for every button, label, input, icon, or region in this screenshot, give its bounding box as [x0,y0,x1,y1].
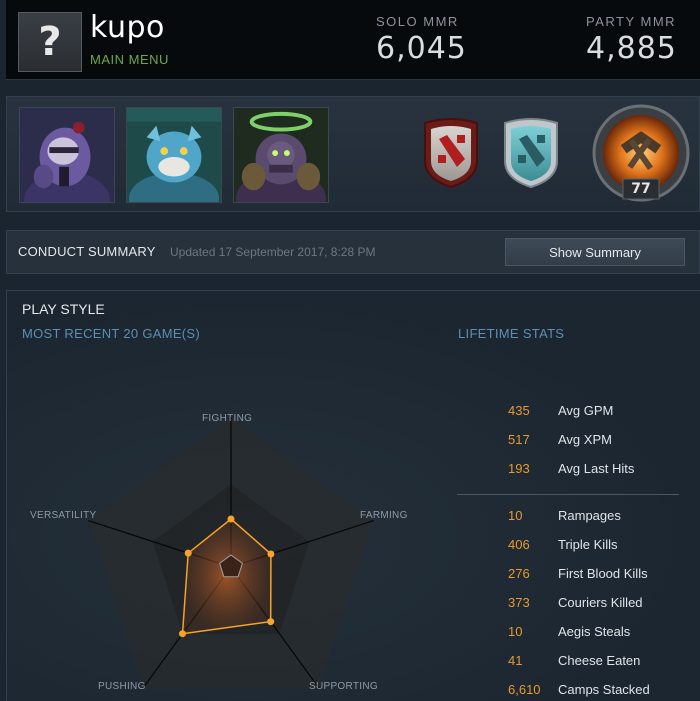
stat-row-triple-kills: 406 Triple Kills [457,537,687,557]
conduct-updated-timestamp: Updated 17 September 2017, 8:28 PM [170,245,376,259]
radar-axis-farming: FARMING [360,510,408,521]
hero-portrait-blue-beast-icon[interactable] [126,107,222,203]
stat-row-rampages: 10 Rampages [457,508,687,528]
radar-point-fighting [227,515,235,523]
party-mmr-label: PARTY MMR [586,14,677,29]
play-style-panel: PLAY STYLE MOST RECENT 20 GAME(S) LIFETI… [6,290,700,701]
stat-row-avg-xpm: 517 Avg XPM [457,432,687,452]
dota-logo-teal-shield-icon[interactable] [501,117,561,189]
stat-label: Avg Last Hits [558,461,635,476]
party-mmr-value: 4,885 [586,31,677,66]
play-style-radar-chart [88,417,374,689]
stat-value: 193 [508,461,530,476]
stat-value: 373 [508,595,530,610]
radar-axis-versatility: VERSATILITY [30,510,97,521]
battle-level-medallion-icon[interactable]: 77 [591,103,691,203]
stat-value: 6,610 [508,682,541,697]
hero-portrait-purple-icon[interactable] [19,107,115,203]
stat-label: Couriers Killed [558,595,643,610]
radar-axis-pushing: PUSHING [98,681,146,692]
party-mmr: PARTY MMR 4,885 [586,14,677,66]
stat-value: 276 [508,566,530,581]
stat-label: Avg GPM [558,403,614,418]
avatar-placeholder[interactable]: ? [18,12,82,72]
main-menu-link[interactable]: MAIN MENU [90,52,169,67]
conduct-summary-title: CONDUCT SUMMARY [18,244,156,259]
radar-axis-fighting: FIGHTING [202,413,253,424]
stat-row-cheese-eaten: 41 Cheese Eaten [457,653,687,673]
stat-value: 517 [508,432,530,447]
radar-point-versatility [184,549,192,557]
stats-divider [457,494,679,495]
hero-portrait-dark-druid-icon[interactable] [233,107,329,203]
radar-axis-supporting: SUPPORTING [309,681,378,692]
radar-point-supporting [267,618,275,626]
radar-point-farming [267,550,275,558]
stat-row-avg-last-hits: 193 Avg Last Hits [457,461,687,481]
stat-label: Avg XPM [558,432,612,447]
stat-value: 10 [508,508,523,523]
stat-value: 41 [508,653,523,668]
lifetime-stats-label: LIFETIME STATS [458,326,565,341]
battle-level-number: 77 [631,181,651,197]
solo-mmr-value: 6,045 [376,31,467,66]
stat-row-avg-gpm: 435 Avg GPM [457,403,687,423]
stat-label: Cheese Eaten [558,653,641,668]
stat-label: Triple Kills [558,537,618,552]
stat-row-first-blood-kills: 276 First Blood Kills [457,566,687,586]
player-name[interactable]: kupo [90,10,165,45]
stat-row-couriers-killed: 373 Couriers Killed [457,595,687,615]
conduct-summary-panel: CONDUCT SUMMARY Updated 17 September 201… [6,230,700,274]
stat-row-aegis-steals: 10 Aegis Steals [457,624,687,644]
stat-value: 10 [508,624,523,639]
stat-label: Aegis Steals [558,624,631,639]
stat-row-camps-stacked: 6,610 Camps Stacked [457,682,687,701]
stat-label: Rampages [558,508,621,523]
stat-label: Camps Stacked [558,682,650,697]
radar-point-pushing [179,630,186,638]
stat-value: 435 [508,403,530,418]
stat-value: 406 [508,537,530,552]
solo-mmr: SOLO MMR 6,045 [376,14,467,66]
profile-header: ? kupo MAIN MENU SOLO MMR 6,045 PARTY MM… [6,0,700,80]
dota-logo-red-shield-icon[interactable] [421,117,481,189]
solo-mmr-label: SOLO MMR [376,14,459,29]
show-summary-button[interactable]: Show Summary [505,238,685,266]
featured-heroes-panel: 77 [6,96,700,212]
stat-label: First Blood Kills [558,566,648,581]
